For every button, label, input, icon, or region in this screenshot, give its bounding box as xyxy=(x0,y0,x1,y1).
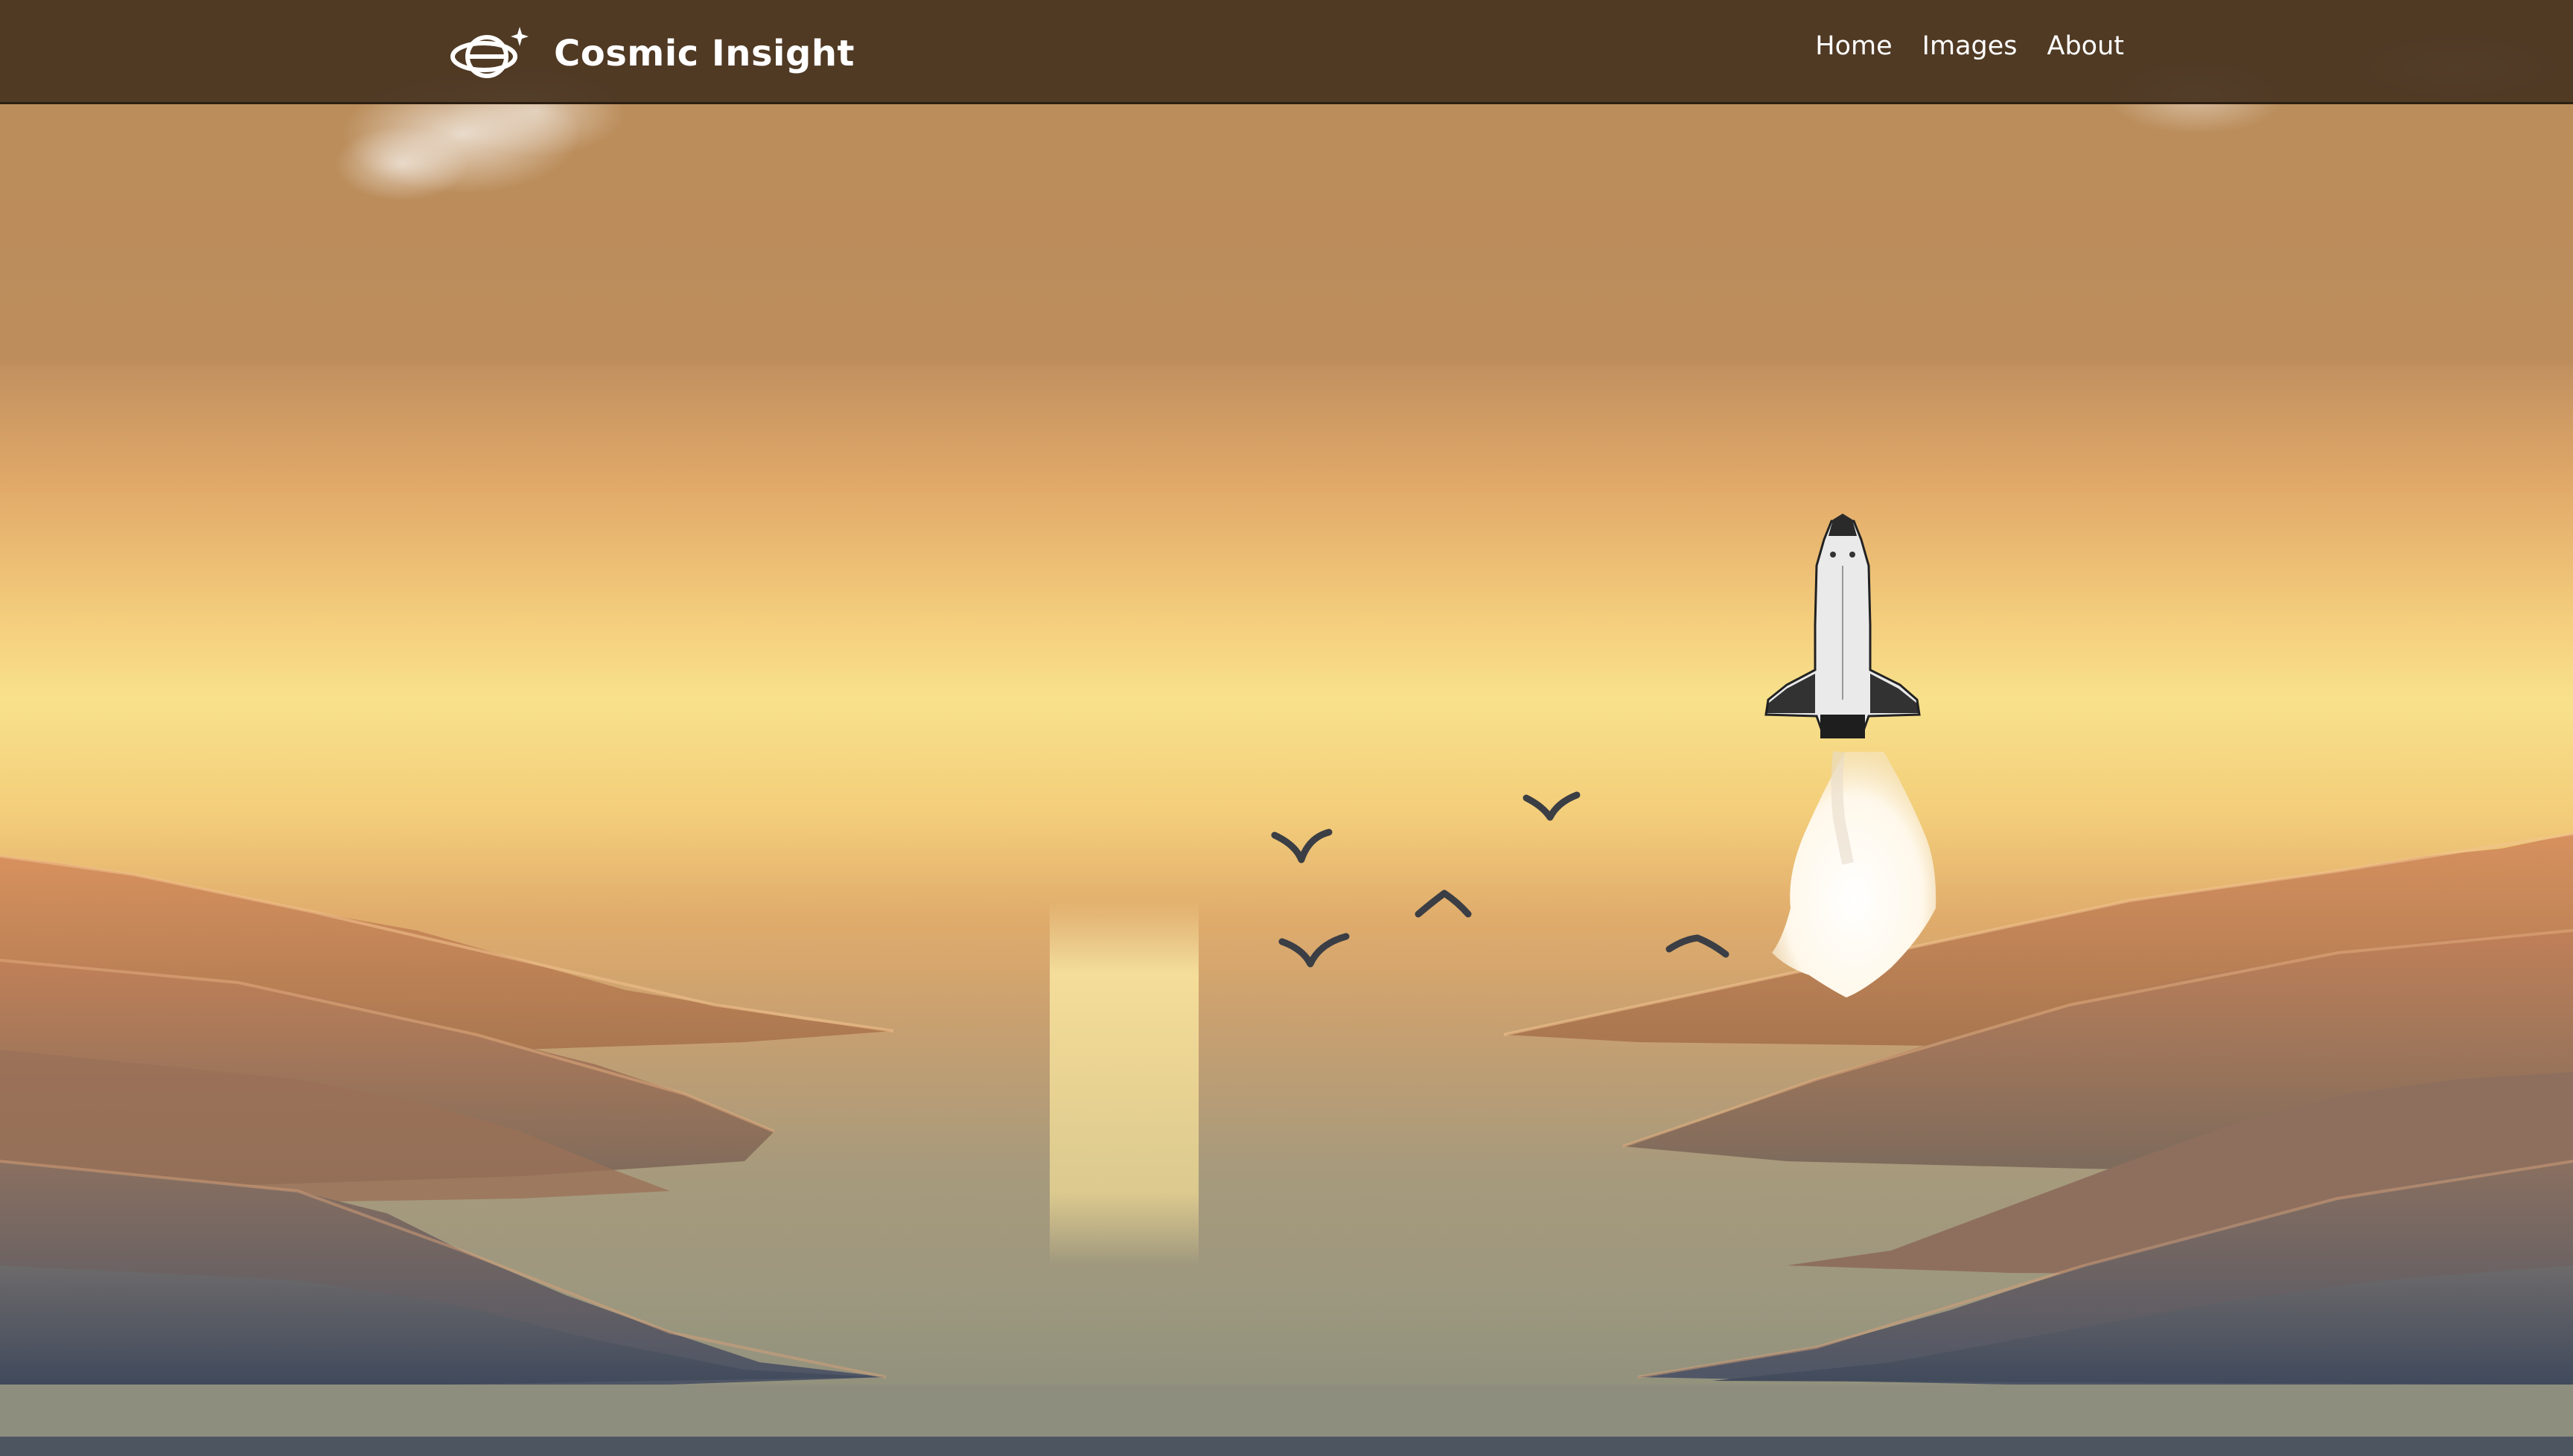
planet-icon xyxy=(450,27,529,78)
nav-link-about[interactable]: About xyxy=(2047,31,2124,61)
brand-name: Cosmic Insight xyxy=(554,33,855,74)
top-navbar: Cosmic Insight Home Images About xyxy=(0,0,2573,104)
hero-background-image xyxy=(0,0,2573,1456)
nav-link-home[interactable]: Home xyxy=(1815,31,1892,61)
brand-link[interactable]: Cosmic Insight xyxy=(448,22,855,85)
page: Cosmic Insight Home Images About xyxy=(0,0,2573,1456)
nav-links: Home Images About xyxy=(1815,31,2124,61)
nav-link-images[interactable]: Images xyxy=(1922,31,2018,61)
